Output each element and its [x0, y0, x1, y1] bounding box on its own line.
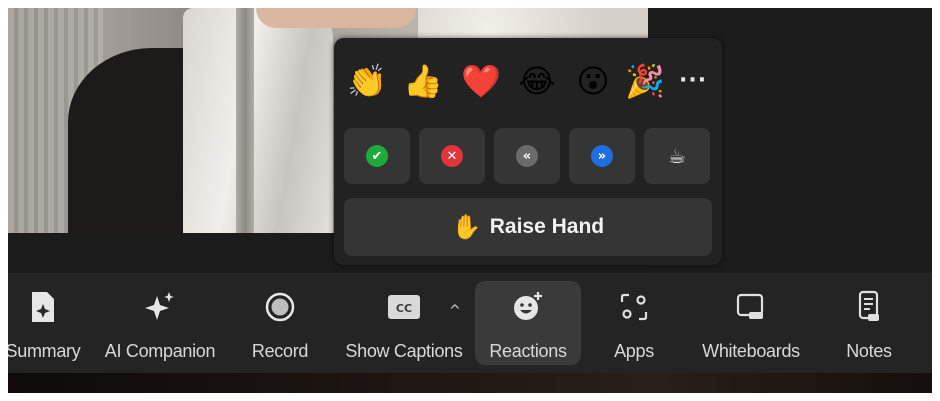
- clapping-hands-icon: 👏: [347, 62, 387, 100]
- more-reactions-button[interactable]: ···: [679, 68, 707, 93]
- reactions-popup: 👏 👍 ❤️ 😂 😮 🎉 ··· ✔ ✕ « » ☕ ✋ Raise Hand: [334, 38, 722, 265]
- video-vest: [183, 8, 333, 233]
- whiteboards-button[interactable]: Whiteboards: [698, 281, 804, 365]
- rewind-icon: «: [516, 145, 538, 167]
- open-mouth-icon: 😮: [576, 62, 610, 100]
- video-zipper: [236, 8, 254, 233]
- smiley-plus-icon: [510, 289, 546, 325]
- record-button[interactable]: Record: [244, 281, 316, 365]
- summary-button[interactable]: Summary: [8, 281, 82, 365]
- apps-grid-icon: [616, 289, 652, 325]
- open-mouth-emoji-button[interactable]: 😮: [572, 60, 614, 102]
- yes-feedback-button[interactable]: ✔: [344, 128, 410, 184]
- summary-document-icon: [25, 289, 61, 325]
- closed-captions-icon: CC: [386, 289, 422, 325]
- emoji-reactions-row: 👏 👍 ❤️ 😂 😮 🎉 ···: [344, 52, 712, 114]
- notes-label: Notes: [846, 341, 892, 361]
- apps-button[interactable]: Apps: [604, 281, 664, 365]
- raise-hand-label: Raise Hand: [489, 215, 605, 238]
- clapping-hands-emoji-button[interactable]: 👏: [346, 60, 388, 102]
- tears-of-joy-emoji-button[interactable]: 😂: [516, 60, 558, 102]
- slower-feedback-button[interactable]: «: [494, 128, 560, 184]
- ai-companion-label: AI Companion: [104, 341, 216, 361]
- coffee-feedback-button[interactable]: ☕: [644, 128, 710, 184]
- ai-companion-button[interactable]: AI Companion: [104, 281, 216, 365]
- heart-emoji-button[interactable]: ❤️: [460, 60, 502, 102]
- thumbs-up-icon: 👍: [403, 62, 443, 100]
- raise-hand-button[interactable]: ✋ Raise Hand: [344, 198, 712, 256]
- meeting-window: 👏 👍 ❤️ 😂 😮 🎉 ··· ✔ ✕ « » ☕ ✋ Raise Hand …: [8, 8, 932, 393]
- whiteboards-label: Whiteboards: [702, 341, 800, 361]
- party-popper-icon: 🎉: [625, 62, 665, 100]
- record-label: Record: [251, 341, 309, 361]
- show-captions-button[interactable]: CC Show Captions: [344, 281, 464, 365]
- meeting-toolbar: Summary AI Companion Record CC Show Capt…: [8, 273, 932, 373]
- apps-label: Apps: [614, 341, 654, 361]
- record-icon: [262, 289, 298, 325]
- thumbs-up-emoji-button[interactable]: 👍: [402, 60, 444, 102]
- faster-feedback-button[interactable]: »: [569, 128, 635, 184]
- notes-icon: [851, 289, 887, 325]
- show-captions-label: Show Captions: [345, 341, 463, 361]
- no-feedback-button[interactable]: ✕: [419, 128, 485, 184]
- checkmark-icon: ✔: [366, 145, 388, 167]
- captions-options-chevron-up-icon[interactable]: ^: [449, 303, 461, 319]
- reactions-button[interactable]: Reactions: [475, 281, 581, 365]
- tears-of-joy-icon: 😂: [518, 62, 556, 100]
- raised-hand-icon: ✋: [451, 213, 482, 241]
- party-popper-emoji-button[interactable]: 🎉: [624, 60, 666, 102]
- coffee-cup-icon: ☕: [668, 144, 686, 168]
- heart-icon: ❤️: [461, 62, 501, 100]
- captions-badge-text: CC: [396, 302, 412, 315]
- cross-icon: ✕: [441, 145, 463, 167]
- fast-forward-icon: »: [591, 145, 613, 167]
- video-chin: [256, 8, 416, 28]
- sparkle-icon: [142, 289, 178, 325]
- video-strip-bottom: [8, 373, 932, 393]
- reactions-label: Reactions: [489, 341, 567, 361]
- whiteboard-icon: [733, 289, 769, 325]
- summary-label: Summary: [8, 341, 81, 361]
- notes-button[interactable]: Notes: [838, 281, 900, 365]
- nonverbal-feedback-row: ✔ ✕ « » ☕: [344, 128, 712, 186]
